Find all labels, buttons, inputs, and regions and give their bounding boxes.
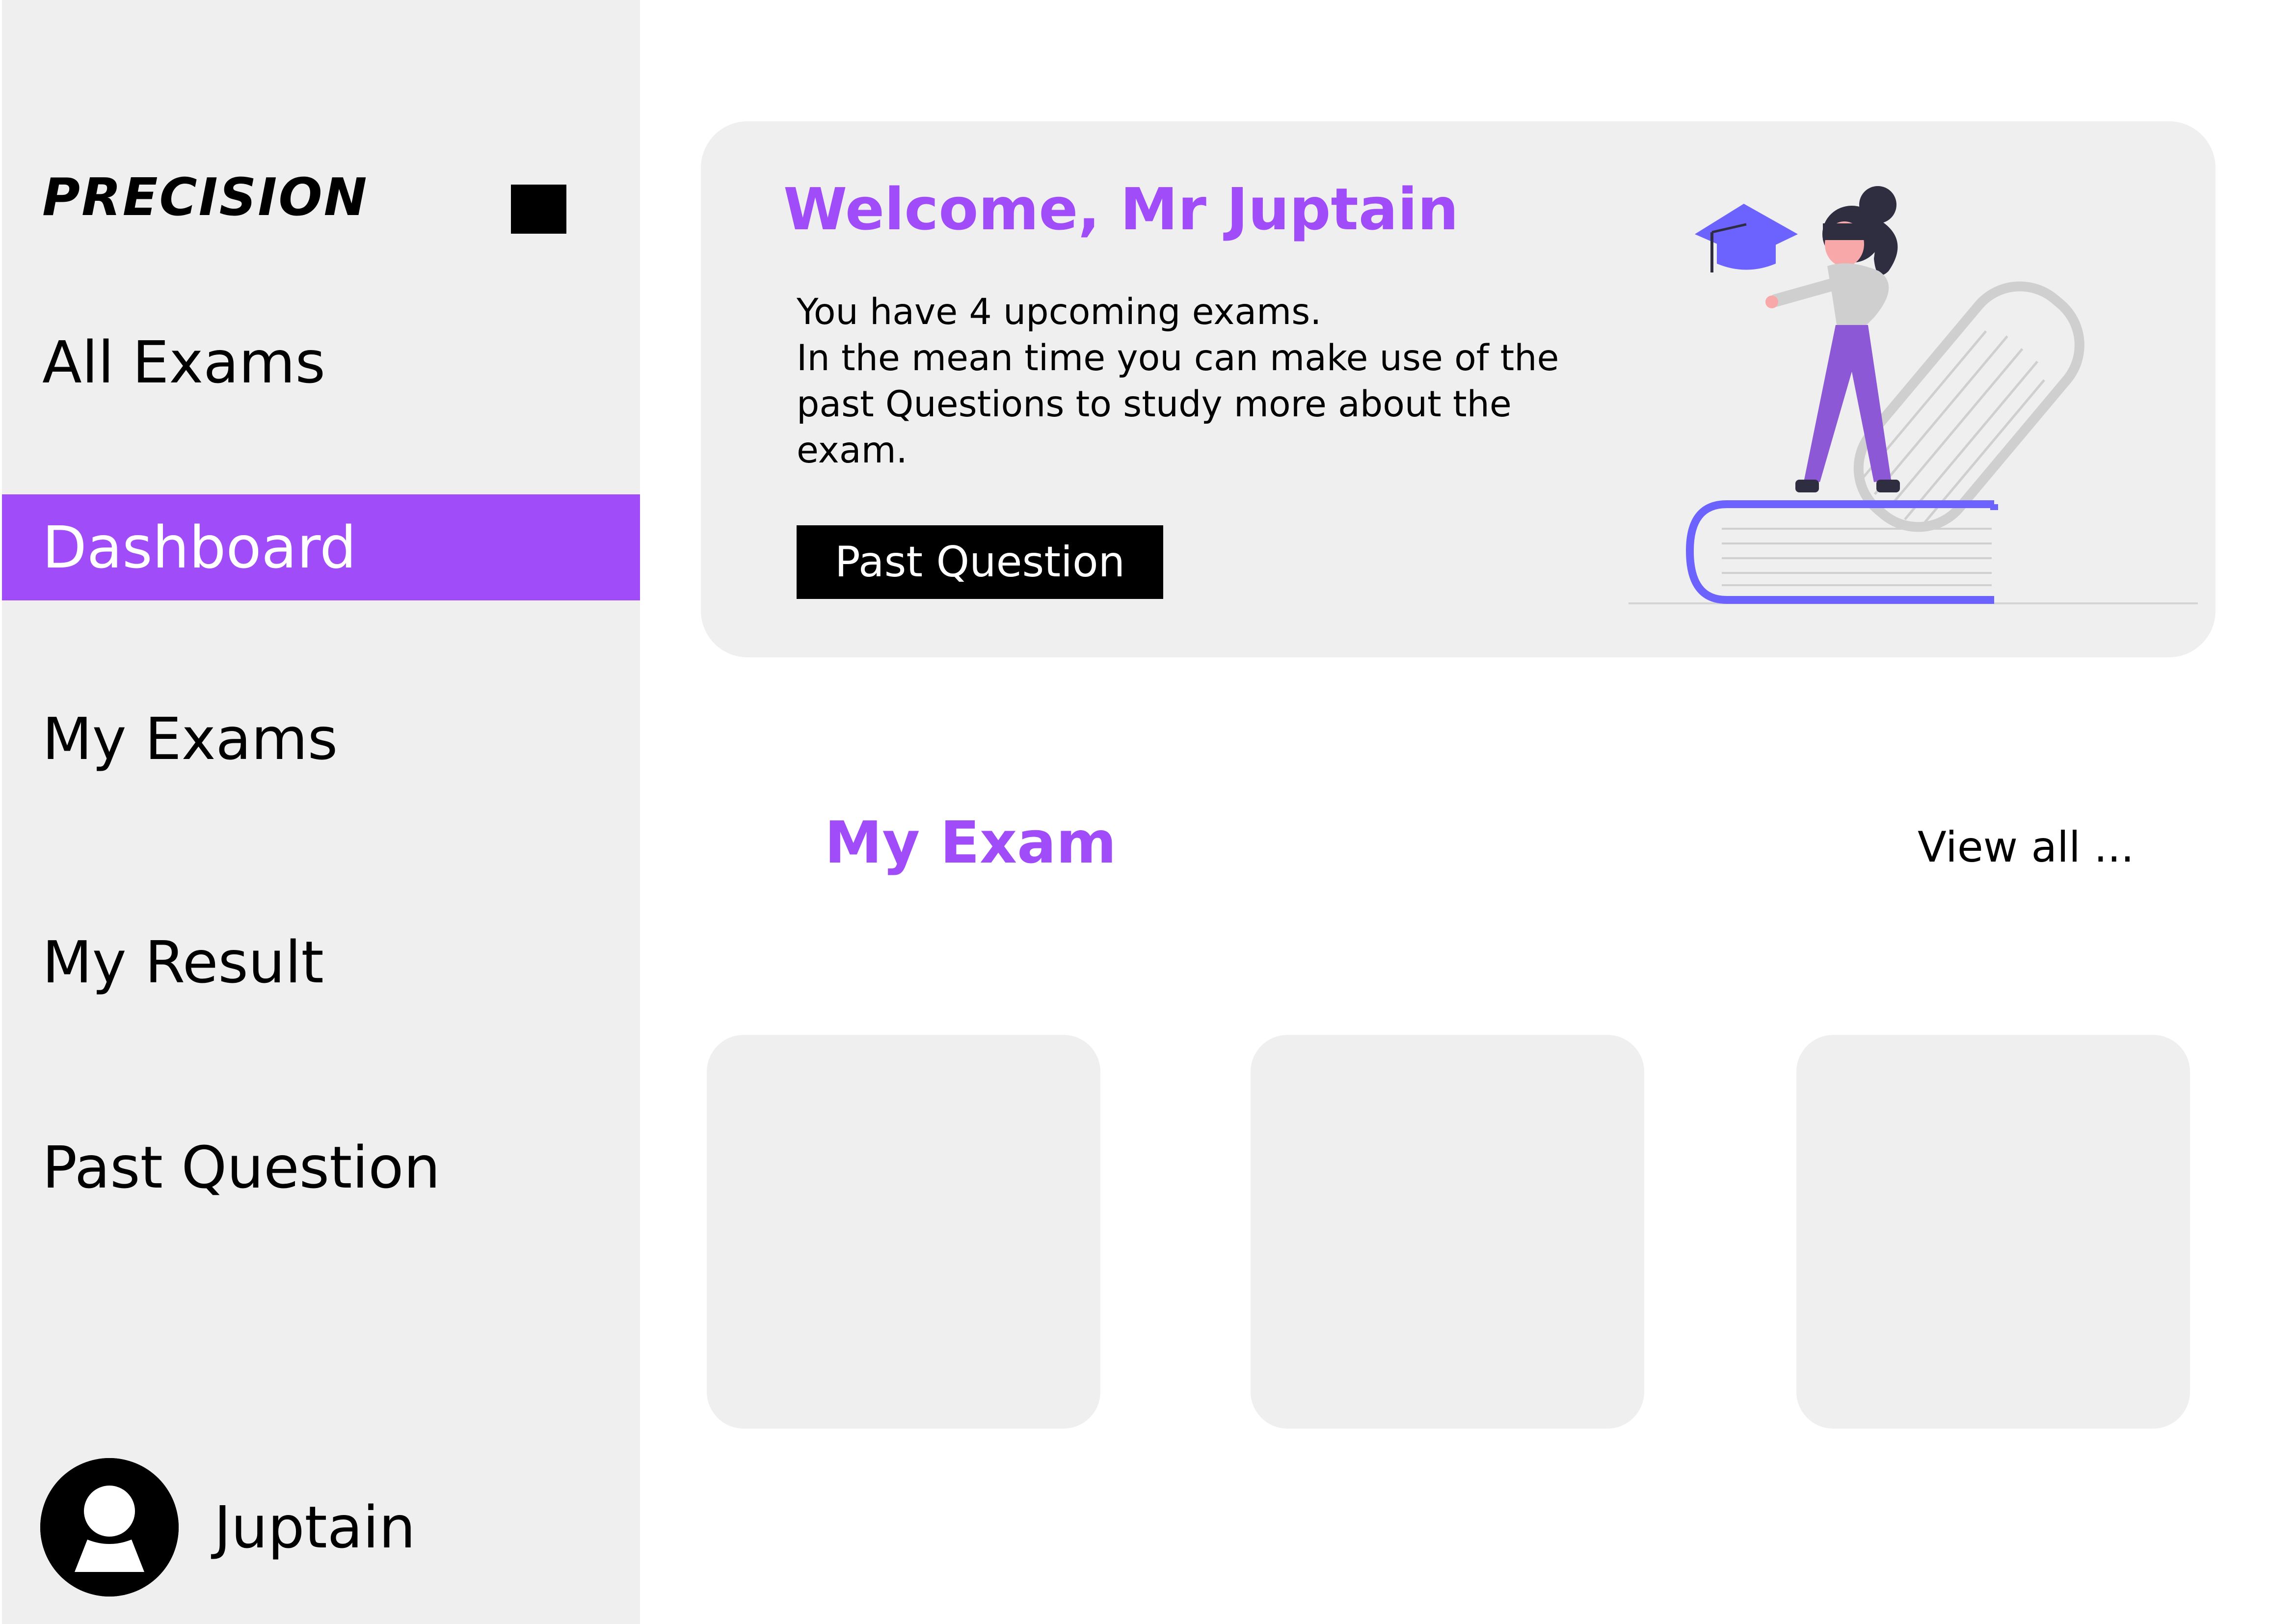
welcome-message-line: In the mean time you can make use of the bbox=[797, 337, 1559, 379]
user-icon bbox=[40, 1458, 179, 1597]
logo[interactable]: PRECISION bbox=[42, 172, 369, 223]
sidebar-item-my-result[interactable]: My Result bbox=[2, 909, 640, 1015]
user-profile[interactable]: Juptain bbox=[40, 1458, 416, 1597]
my-exam-section-title: My Exam bbox=[825, 809, 1117, 876]
sidebar-item-label: All Exams bbox=[42, 328, 325, 396]
sidebar: PRECISION All Exams Dashboard My Exams M… bbox=[2, 0, 640, 1624]
sidebar-item-label: Past Question bbox=[42, 1134, 441, 1201]
sidebar-item-dashboard[interactable]: Dashboard bbox=[2, 494, 640, 600]
menu-toggle-icon[interactable] bbox=[511, 185, 566, 234]
welcome-message-line: past Questions to study more about the bbox=[797, 383, 1512, 425]
exam-card[interactable] bbox=[1251, 1035, 1644, 1429]
welcome-message: You have 4 upcoming exams. In the mean t… bbox=[797, 289, 1655, 474]
welcome-card: Welcome, Mr Juptain You have 4 upcoming … bbox=[701, 121, 2216, 657]
sidebar-item-label: My Exams bbox=[42, 705, 338, 773]
welcome-message-line: You have 4 upcoming exams. bbox=[797, 291, 1322, 333]
sidebar-item-past-question[interactable]: Past Question bbox=[2, 1114, 640, 1220]
welcome-message-line: exam. bbox=[797, 430, 908, 471]
sidebar-item-all-exams[interactable]: All Exams bbox=[2, 309, 640, 415]
exam-card[interactable] bbox=[707, 1035, 1100, 1429]
student-on-books-illustration bbox=[1629, 186, 2198, 604]
welcome-title: Welcome, Mr Juptain bbox=[783, 175, 1459, 243]
avatar[interactable] bbox=[40, 1458, 179, 1597]
sidebar-item-my-exams[interactable]: My Exams bbox=[2, 686, 640, 792]
exam-card[interactable] bbox=[1796, 1035, 2190, 1429]
view-all-link[interactable]: View all ... bbox=[1918, 826, 2134, 868]
sidebar-item-label: Dashboard bbox=[42, 514, 357, 581]
user-name: Juptain bbox=[214, 1493, 416, 1561]
sidebar-item-label: My Result bbox=[42, 928, 324, 996]
past-question-button[interactable]: Past Question bbox=[797, 525, 1163, 599]
